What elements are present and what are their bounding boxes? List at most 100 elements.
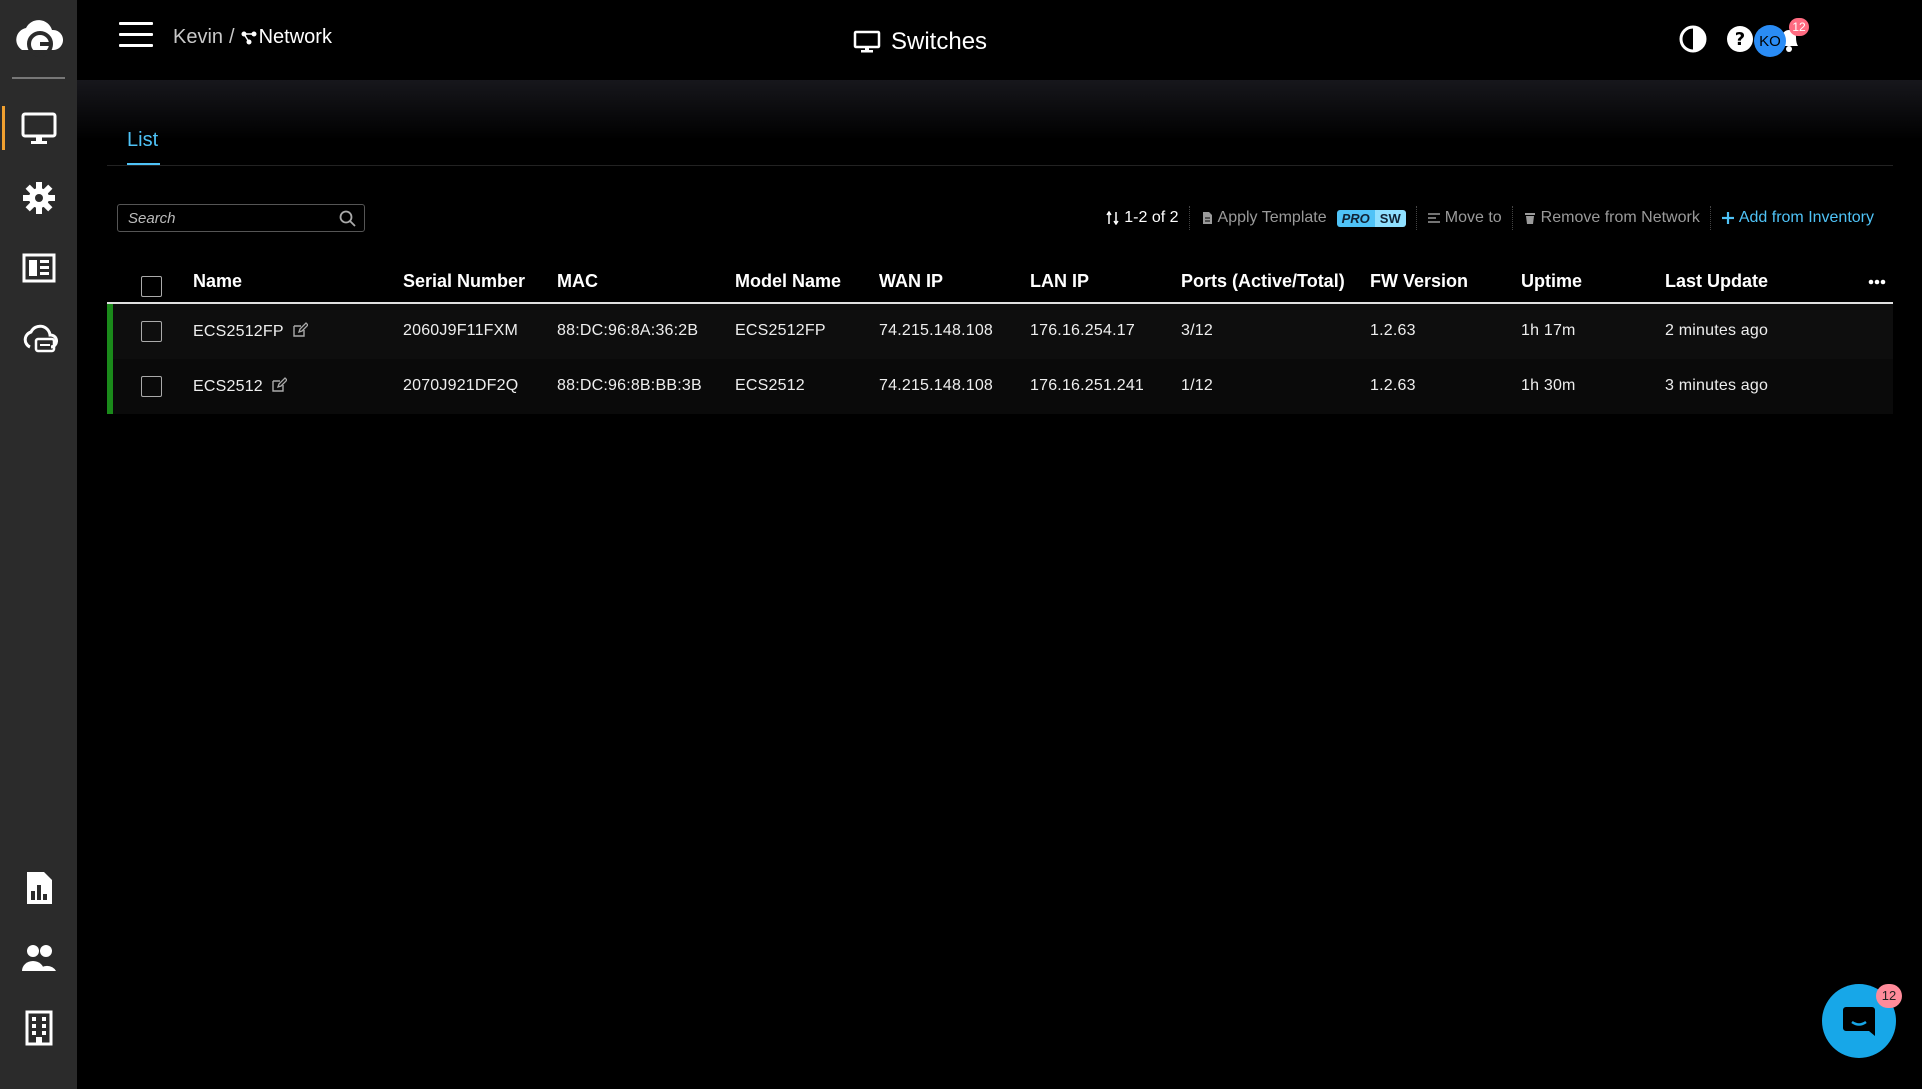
- move-to-label: Move to: [1444, 209, 1502, 226]
- page-title-text: Switches: [891, 28, 988, 55]
- menu-icon[interactable]: [119, 22, 153, 48]
- list-move-icon: [1427, 213, 1440, 223]
- page-title: Switches: [853, 28, 987, 56]
- sidebar: [0, 0, 77, 1089]
- search-input[interactable]: [118, 209, 328, 227]
- edit-icon[interactable]: [292, 322, 308, 338]
- cell-fw: 1.2.63: [1370, 377, 1416, 394]
- building-icon: [25, 1010, 52, 1046]
- add-from-inventory-button[interactable]: Add from Inventory: [1709, 206, 1884, 230]
- column-header-fw[interactable]: FW Version: [1370, 271, 1468, 292]
- cell-mac: 88:DC:96:8B:BB:3B: [557, 377, 702, 394]
- logo-divider: [12, 77, 65, 79]
- breadcrumb-user[interactable]: Kevin: [173, 26, 223, 49]
- add-label: Add from Inventory: [1738, 209, 1874, 226]
- gear-icon: [22, 182, 55, 214]
- cell-last-update: 2 minutes ago: [1665, 322, 1769, 339]
- edit-icon[interactable]: [271, 377, 287, 393]
- cell-ports: 3/12: [1181, 322, 1213, 339]
- cell-wan-ip: 74.215.148.108: [879, 377, 994, 394]
- row-checkbox[interactable]: [141, 376, 162, 397]
- apply-template-button[interactable]: Apply Template PRO SW: [1188, 206, 1416, 230]
- sidebar-item-settings[interactable]: [0, 170, 77, 226]
- table-header: Name Serial Number MAC Model Name WAN IP…: [107, 264, 1893, 304]
- select-all-checkbox[interactable]: [141, 276, 162, 297]
- column-header-mac[interactable]: MAC: [557, 271, 598, 292]
- users-icon: [21, 945, 56, 971]
- column-header-lan-ip[interactable]: LAN IP: [1030, 271, 1089, 292]
- cell-name: ECS2512: [193, 377, 287, 396]
- remove-label: Remove from Network: [1540, 209, 1700, 226]
- move-to-button[interactable]: Move to: [1415, 206, 1512, 230]
- search-box: [117, 204, 365, 232]
- sidebar-item-reports[interactable]: [0, 860, 77, 916]
- tab-list[interactable]: List: [127, 129, 158, 152]
- table-row[interactable]: ECS2512FP 2060J9F11FXM 88:DC:96:8A:36:2B…: [107, 304, 1893, 359]
- breadcrumb: Kevin / Network: [173, 26, 332, 49]
- status-online-indicator: [107, 304, 113, 359]
- column-header-serial[interactable]: Serial Number: [403, 271, 525, 292]
- breadcrumb-network[interactable]: Network: [259, 26, 332, 49]
- help-icon[interactable]: ?: [1725, 24, 1755, 54]
- plus-icon: [1721, 212, 1734, 224]
- file-icon: [1202, 212, 1212, 224]
- cell-mac: 88:DC:96:8A:36:2B: [557, 322, 699, 339]
- device-name-link[interactable]: ECS2512: [193, 378, 263, 395]
- avatar[interactable]: KO: [1754, 25, 1786, 57]
- table-row[interactable]: ECS2512 2070J921DF2Q 88:DC:96:8B:BB:3B E…: [107, 359, 1893, 414]
- cell-ports: 1/12: [1181, 377, 1213, 394]
- device-name-link[interactable]: ECS2512FP: [193, 323, 284, 340]
- report-icon: [26, 872, 52, 904]
- column-header-last-update[interactable]: Last Update: [1665, 271, 1768, 292]
- cloud-sync-icon: [23, 324, 58, 353]
- monitor-icon: [21, 112, 56, 144]
- more-options-icon[interactable]: [1867, 276, 1887, 288]
- status-online-indicator: [107, 359, 113, 414]
- column-header-uptime[interactable]: Uptime: [1521, 271, 1582, 292]
- cell-serial: 2070J921DF2Q: [403, 377, 519, 394]
- sidebar-item-organization[interactable]: [0, 1000, 77, 1056]
- theme-toggle-icon[interactable]: [1678, 24, 1708, 54]
- monitor-icon: [853, 30, 881, 53]
- cell-uptime: 1h 30m: [1521, 377, 1576, 394]
- row-checkbox[interactable]: [141, 321, 162, 342]
- cell-fw: 1.2.63: [1370, 322, 1416, 339]
- column-header-wan-ip[interactable]: WAN IP: [879, 271, 943, 292]
- switches-table: Name Serial Number MAC Model Name WAN IP…: [107, 264, 1893, 414]
- cell-wan-ip: 74.215.148.108: [879, 322, 994, 339]
- apply-template-label: Apply Template: [1217, 209, 1327, 226]
- top-bar: [77, 0, 1922, 80]
- tabs-divider: [107, 165, 1893, 166]
- svg-text:?: ?: [1735, 29, 1745, 50]
- chat-badge: 12: [1876, 984, 1902, 1008]
- pagination-text: 1-2 of 2: [1124, 209, 1179, 226]
- top-bar-shadow: [77, 80, 1922, 140]
- column-header-model[interactable]: Model Name: [735, 271, 841, 292]
- network-icon: [241, 31, 257, 44]
- cell-serial: 2060J9F11FXM: [403, 322, 519, 339]
- cell-uptime: 1h 17m: [1521, 322, 1576, 339]
- sidebar-item-dashboard[interactable]: [0, 240, 77, 296]
- column-header-ports[interactable]: Ports (Active/Total): [1181, 271, 1345, 292]
- trash-icon: [1524, 213, 1535, 224]
- cell-name: ECS2512FP: [193, 322, 308, 341]
- sidebar-item-devices[interactable]: [0, 100, 77, 156]
- engenius-logo-icon[interactable]: [12, 14, 64, 66]
- dashboard-icon: [22, 253, 55, 283]
- sidebar-item-users[interactable]: [0, 930, 77, 986]
- cell-lan-ip: 176.16.251.241: [1030, 377, 1145, 394]
- search-icon[interactable]: [339, 210, 356, 227]
- remove-from-network-button[interactable]: Remove from Network: [1511, 206, 1710, 230]
- breadcrumb-separator: /: [229, 26, 235, 48]
- chat-icon: [1843, 1007, 1875, 1036]
- toolbar: 1-2 of 2 Apply Template PRO SW Move to Re…: [1096, 206, 1884, 230]
- sort-icon[interactable]: [1106, 211, 1120, 225]
- pro-sw-badge: PRO SW: [1336, 209, 1406, 227]
- cell-model: ECS2512: [735, 377, 805, 394]
- pagination: 1-2 of 2: [1096, 206, 1188, 230]
- cell-lan-ip: 176.16.254.17: [1030, 322, 1135, 339]
- sidebar-item-cloud[interactable]: [0, 310, 77, 366]
- cell-model: ECS2512FP: [735, 322, 826, 339]
- column-header-name[interactable]: Name: [193, 271, 242, 292]
- notification-badge: 12: [1789, 18, 1809, 36]
